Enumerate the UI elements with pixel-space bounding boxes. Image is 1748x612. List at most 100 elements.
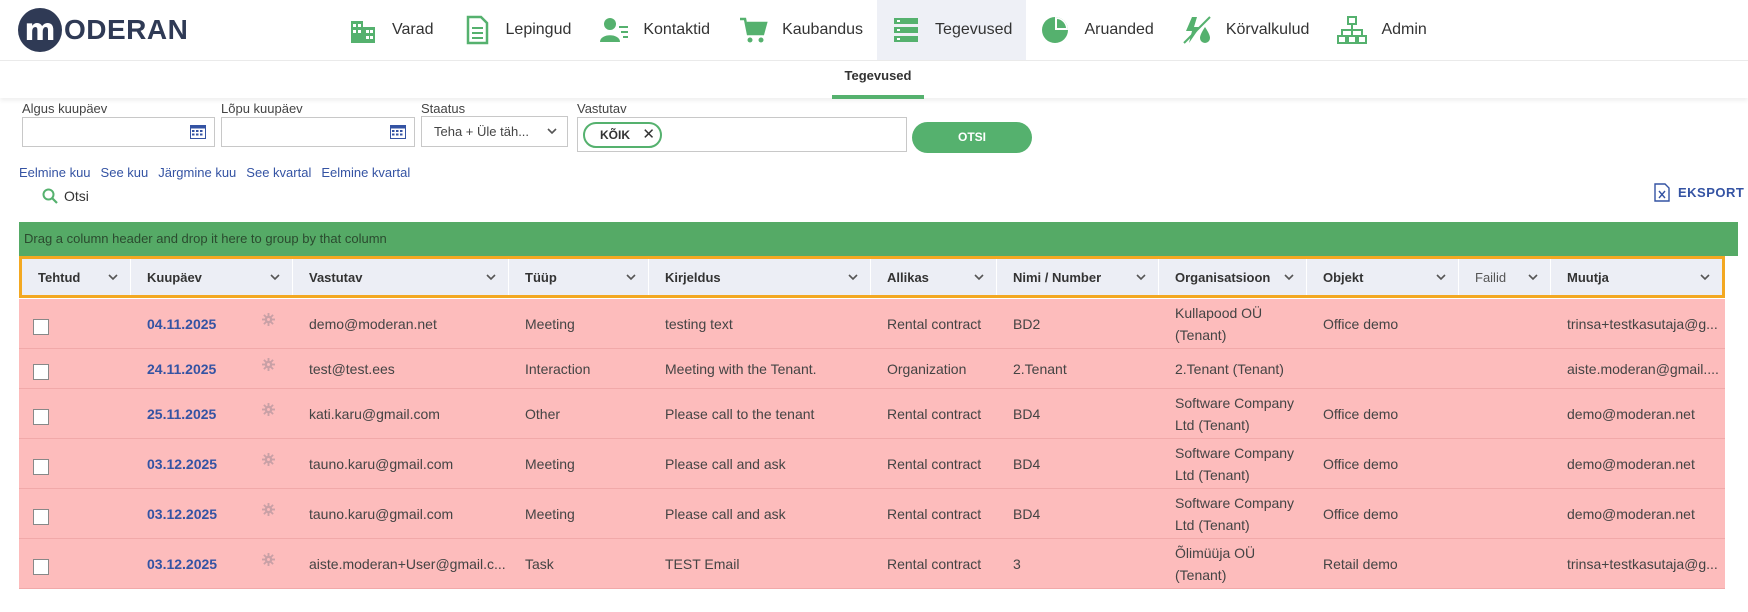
table-row[interactable]: 25.11.2025 kati.karu@gmail.com Other Please… xyxy=(19,389,1725,439)
responsible-tag[interactable]: KÕIK ✕ xyxy=(583,122,662,148)
search-label: Otsi xyxy=(64,188,89,204)
column-header-kuupaev[interactable]: Kuupäev xyxy=(131,259,293,295)
column-title: Tüüp xyxy=(525,269,557,285)
link-this-quarter[interactable]: See kvartal xyxy=(246,165,311,180)
cart-icon xyxy=(740,17,768,43)
link-previous-month[interactable]: Eelmine kuu xyxy=(19,165,91,180)
link-next-month[interactable]: Järgmine kuu xyxy=(158,165,236,180)
done-checkbox[interactable] xyxy=(33,408,49,425)
chevron-down-icon[interactable] xyxy=(1136,272,1146,282)
date-link[interactable]: 04.11.2025 xyxy=(147,313,216,335)
table-row[interactable]: 03.12.2025 tauno.karu@gmail.com Meeting Ple… xyxy=(19,439,1725,489)
end-date-input[interactable] xyxy=(221,117,415,147)
table-row[interactable]: 03.12.2025 aiste.moderan+User@gmail.c... T… xyxy=(19,539,1725,589)
start-date-input[interactable] xyxy=(22,117,215,147)
column-header-failid[interactable]: Failid xyxy=(1459,259,1551,295)
chevron-down-icon xyxy=(547,128,557,135)
chevron-down-icon[interactable] xyxy=(1528,272,1538,282)
link-previous-quarter[interactable]: Eelmine kvartal xyxy=(321,165,410,180)
chevron-down-icon[interactable] xyxy=(974,272,984,282)
nav-item-korvalkulud[interactable]: Körvalkulud xyxy=(1168,0,1324,60)
group-by-drop-zone[interactable]: Drag a column header and drop it here to… xyxy=(19,222,1738,256)
nav-item-kontaktid[interactable]: Kontaktid xyxy=(585,0,724,60)
tab-tegevused[interactable]: Tegevused xyxy=(832,61,924,99)
gear-icon[interactable] xyxy=(262,402,275,416)
cell-description: testing text xyxy=(665,315,733,332)
date-link[interactable]: 24.11.2025 xyxy=(147,358,216,380)
column-header-allikas[interactable]: Allikas xyxy=(871,259,997,295)
done-checkbox[interactable] xyxy=(33,458,49,475)
table-row[interactable]: 24.11.2025 test@test.ees Interaction Meetin… xyxy=(19,349,1725,389)
nav-item-tegevused[interactable]: Tegevused xyxy=(877,0,1027,60)
done-checkbox[interactable] xyxy=(33,558,49,575)
nav-item-aruanded[interactable]: Aruanded xyxy=(1026,0,1167,60)
chevron-down-icon[interactable] xyxy=(626,272,636,282)
responsible-multiselect[interactable]: KÕIK ✕ xyxy=(577,117,907,152)
column-title: Kirjeldus xyxy=(665,269,721,285)
cell-source: Organization xyxy=(887,360,967,377)
table-row[interactable]: 03.12.2025 tauno.karu@gmail.com Meeting Ple… xyxy=(19,489,1725,539)
cell-responsible: test@test.ees xyxy=(309,360,395,377)
nav-label: Körvalkulud xyxy=(1225,21,1310,38)
logo-text: ODERAN xyxy=(64,14,189,45)
chevron-down-icon[interactable] xyxy=(270,272,280,282)
done-checkbox[interactable] xyxy=(33,508,49,525)
search-icon xyxy=(42,188,58,204)
done-checkbox[interactable] xyxy=(33,318,49,335)
search-button[interactable]: OTSI xyxy=(912,122,1032,153)
cell-type: Other xyxy=(525,405,561,422)
cell-source: Rental contract xyxy=(887,555,982,572)
nav-item-lepingud[interactable]: Lepingud xyxy=(448,0,586,60)
column-title: Objekt xyxy=(1323,269,1364,285)
responsible-label: Vastutav xyxy=(577,101,627,116)
gear-icon[interactable] xyxy=(262,357,275,371)
column-title: Kuupäev xyxy=(147,269,202,285)
column-header-kirjeldus[interactable]: Kirjeldus xyxy=(649,259,871,295)
date-link[interactable]: 25.11.2025 xyxy=(147,403,216,425)
chevron-down-icon[interactable] xyxy=(848,272,858,282)
chevron-down-icon[interactable] xyxy=(1700,272,1710,282)
nav-item-admin[interactable]: Admin xyxy=(1323,0,1440,60)
column-header-tuup[interactable]: Tüüp xyxy=(509,259,649,295)
text-search-toggle[interactable]: Otsi xyxy=(42,188,89,204)
column-header-organisatsioon[interactable]: Organisatsioon xyxy=(1159,259,1307,295)
cell-description: Please call and ask xyxy=(665,505,786,522)
status-select[interactable]: Teha + Üle täh... xyxy=(421,116,568,147)
chevron-down-icon[interactable] xyxy=(108,272,118,282)
export-button[interactable]: EKSPORT xyxy=(1654,183,1744,202)
column-header-muutja[interactable]: Muutja xyxy=(1551,259,1722,295)
gear-icon[interactable] xyxy=(262,502,275,516)
moderan-logo[interactable]: m ODERAN xyxy=(18,8,188,52)
cell-name-number: BD4 xyxy=(1013,505,1041,522)
gear-icon[interactable] xyxy=(262,312,275,326)
close-icon[interactable]: ✕ xyxy=(642,124,655,146)
date-link[interactable]: 03.12.2025 xyxy=(147,453,217,475)
utilities-icon xyxy=(1183,16,1211,44)
cell-responsible: demo@moderan.net xyxy=(309,315,437,332)
nav-item-kaubandus[interactable]: Kaubandus xyxy=(724,0,877,60)
calendar-icon[interactable] xyxy=(190,125,206,139)
chevron-down-icon[interactable] xyxy=(1284,272,1294,282)
cell-type: Meeting xyxy=(525,315,575,332)
column-header-vastutav[interactable]: Vastutav xyxy=(293,259,509,295)
chevron-down-icon[interactable] xyxy=(486,272,496,282)
cell-responsible: aiste.moderan+User@gmail.c... xyxy=(309,555,506,572)
date-link[interactable]: 03.12.2025 xyxy=(147,503,217,525)
date-link[interactable]: 03.12.2025 xyxy=(147,553,217,575)
chevron-down-icon[interactable] xyxy=(1436,272,1446,282)
column-header-nimi-number[interactable]: Nimi / Number xyxy=(997,259,1159,295)
column-header-objekt[interactable]: Objekt xyxy=(1307,259,1459,295)
calendar-icon[interactable] xyxy=(390,125,406,139)
buildings-icon xyxy=(351,21,375,43)
gear-icon[interactable] xyxy=(262,452,275,466)
cell-description: Please call and ask xyxy=(665,455,786,472)
cell-modifier: demo@moderan.net xyxy=(1567,405,1695,422)
link-this-month[interactable]: See kuu xyxy=(101,165,149,180)
done-checkbox[interactable] xyxy=(33,363,49,380)
table-row[interactable]: 04.11.2025 demo@moderan.net Meeting testing… xyxy=(19,299,1725,349)
gear-icon[interactable] xyxy=(262,552,275,566)
cell-date: 03.12.2025 xyxy=(131,552,293,575)
cell-done xyxy=(19,453,131,475)
column-header-tehtud[interactable]: Tehtud xyxy=(22,259,131,295)
nav-item-varad[interactable]: Varad xyxy=(334,0,448,60)
